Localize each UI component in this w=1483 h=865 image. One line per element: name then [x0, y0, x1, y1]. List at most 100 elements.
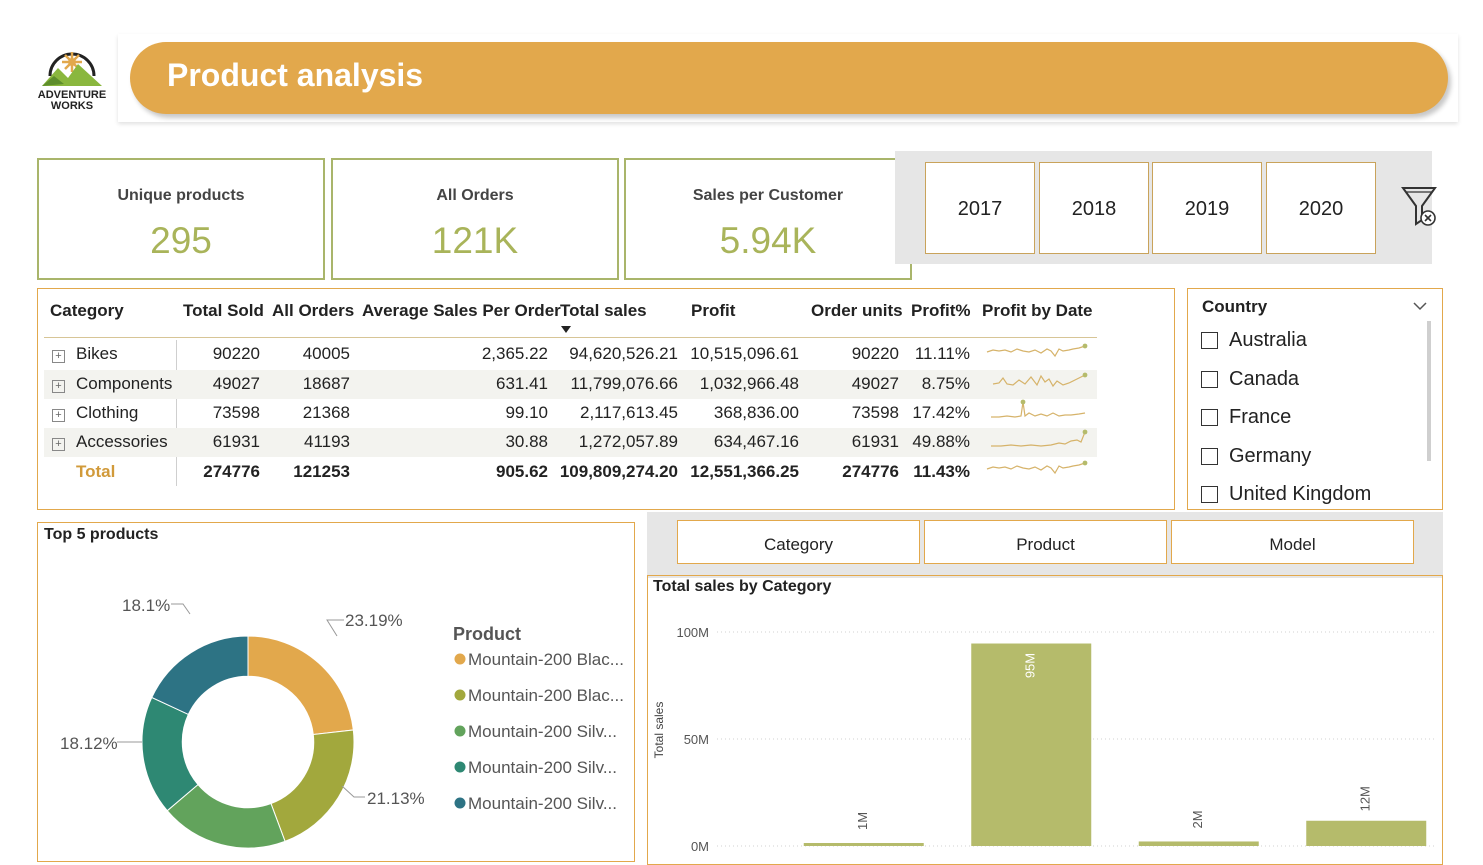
col-header-order-units[interactable]: Order units: [811, 301, 903, 321]
logo-text-line2: WORKS: [50, 100, 94, 112]
y-axis-label: Total sales: [652, 702, 666, 759]
checkbox[interactable]: [1201, 332, 1218, 349]
table-cell: 17.42%: [912, 403, 970, 422]
table-cell: 634,467.16: [713, 432, 799, 451]
expand-icon[interactable]: +: [52, 409, 65, 422]
table-cell: 41193: [303, 432, 350, 451]
kpi-value: 5.94K: [719, 220, 817, 261]
page-title: Product analysis: [167, 57, 424, 93]
kpi-card-sales-per-customer: Sales per Customer 5.94K: [624, 158, 912, 280]
header-divider: [44, 337, 1097, 338]
col-header-category[interactable]: Category: [50, 301, 124, 321]
expand-icon[interactable]: +: [52, 350, 65, 363]
expand-icon[interactable]: +: [52, 438, 65, 451]
logo-mark-icon: [42, 52, 102, 86]
bar-data-label: 12M: [1358, 786, 1373, 811]
kpi-value: 295: [150, 220, 212, 261]
legend-title: Product: [453, 624, 521, 644]
bar[interactable]: [1138, 841, 1259, 846]
table-cell: 21368: [302, 403, 350, 422]
scrollbar[interactable]: [1427, 321, 1431, 461]
expand-icon[interactable]: +: [52, 380, 65, 393]
clear-filter-icon[interactable]: [1400, 184, 1440, 230]
y-tick-label: 0M: [691, 839, 709, 853]
col-header-all-orders[interactable]: All Orders: [272, 301, 354, 321]
kpi-label: Unique products: [117, 187, 245, 204]
table-total-cell: 109,809,274.20: [559, 462, 678, 481]
sparkline: [992, 372, 1088, 388]
year-button-2020[interactable]: 2020: [1266, 162, 1376, 254]
table-cell: 73598: [851, 403, 899, 422]
donut-slice[interactable]: [270, 729, 355, 842]
table-cell: 11.11%: [914, 344, 970, 363]
table-cell: 73598: [212, 403, 260, 422]
donut-slice[interactable]: [247, 635, 354, 736]
col-header-total-sold[interactable]: Total Sold: [183, 301, 264, 321]
table-total-label: Total: [76, 462, 116, 481]
sparkline: [991, 399, 1086, 418]
table-cell: 8.75%: [921, 374, 970, 393]
slice-label: 23.19%: [345, 611, 403, 630]
country-label: Australia: [1229, 329, 1307, 351]
kpi-card-all-orders: All Orders 121K: [331, 158, 619, 280]
legend-item[interactable]: Mountain-200 Silv...: [468, 794, 617, 813]
legend-item[interactable]: Mountain-200 Blac...: [468, 650, 624, 669]
table-cell: 2,117,613.45: [580, 403, 678, 422]
table-cell: 1,032,966.48: [699, 374, 799, 393]
table-cell: 61931: [851, 432, 899, 451]
table-cell: 11,799,076.66: [570, 374, 678, 393]
checkbox[interactable]: [1201, 448, 1218, 465]
table-cell: 99.10: [505, 403, 548, 422]
product-button[interactable]: Product: [924, 520, 1167, 564]
col-header-profit[interactable]: Profit: [691, 301, 735, 321]
col-header-profit-by-date[interactable]: Profit by Date: [982, 301, 1093, 321]
legend-marker: [454, 689, 466, 701]
legend-marker: [454, 797, 466, 809]
year-button-2017[interactable]: 2017: [925, 162, 1035, 254]
table-cell: 368,836.00: [713, 403, 799, 422]
category-button[interactable]: Category: [677, 520, 920, 564]
table-cell: 18687: [302, 374, 350, 393]
table-cell: 49027: [851, 374, 899, 393]
table-cell-category: Accessories: [76, 432, 168, 451]
table-cell: 49.88%: [912, 432, 970, 451]
year-button-2018[interactable]: 2018: [1039, 162, 1149, 254]
table-total-cell: 121253: [293, 462, 350, 481]
checkbox[interactable]: [1201, 371, 1218, 388]
table-total-cell: 12,551,366.25: [690, 462, 799, 481]
chevron-down-icon[interactable]: [1413, 301, 1427, 311]
sparkline: [986, 460, 1088, 475]
legend-item[interactable]: Mountain-200 Silv...: [468, 722, 617, 741]
table-cell: 94,620,526.21: [569, 344, 678, 363]
table-cell: 10,515,096.61: [690, 344, 799, 363]
table-total-cell: 905.62: [496, 462, 548, 481]
table-cell: 1,272,057.89: [578, 432, 678, 451]
year-button-2019[interactable]: 2019: [1152, 162, 1262, 254]
country-label: Canada: [1229, 368, 1300, 390]
table-cell: 49027: [212, 374, 260, 393]
country-slicer: Country Australia Canada France Germany …: [1187, 288, 1443, 510]
checkbox[interactable]: [1201, 486, 1218, 503]
slice-label: 18.1%: [122, 596, 170, 615]
legend-item[interactable]: Mountain-200 Silv...: [468, 758, 617, 777]
legend-marker: [454, 653, 466, 665]
col-header-profit-pct[interactable]: Profit%: [911, 301, 971, 321]
checkbox[interactable]: [1201, 409, 1218, 426]
table-cell-category: Bikes: [76, 344, 118, 363]
kpi-card-unique-products: Unique products 295: [37, 158, 325, 280]
bar-chart: Total sales 0M 50M 100M 1M 95M 2M 12M: [652, 625, 1437, 853]
col-header-avg-sales[interactable]: Average Sales Per Order: [362, 301, 561, 321]
model-button[interactable]: Model: [1171, 520, 1414, 564]
table-cell: 2,365.22: [481, 344, 548, 363]
slice-label: 21.13%: [367, 789, 425, 808]
table-cell: 30.88: [505, 432, 548, 451]
y-tick-label: 50M: [684, 732, 709, 747]
sparkline: [986, 343, 1088, 358]
donut-slice[interactable]: [151, 635, 249, 716]
title-bar: Product analysis: [130, 42, 1448, 114]
col-header-total-sales[interactable]: Total sales: [560, 301, 647, 321]
bar[interactable]: [1306, 820, 1427, 846]
bar[interactable]: [803, 843, 924, 846]
kpi-value: 121K: [431, 220, 519, 261]
legend-item[interactable]: Mountain-200 Blac...: [468, 686, 624, 705]
